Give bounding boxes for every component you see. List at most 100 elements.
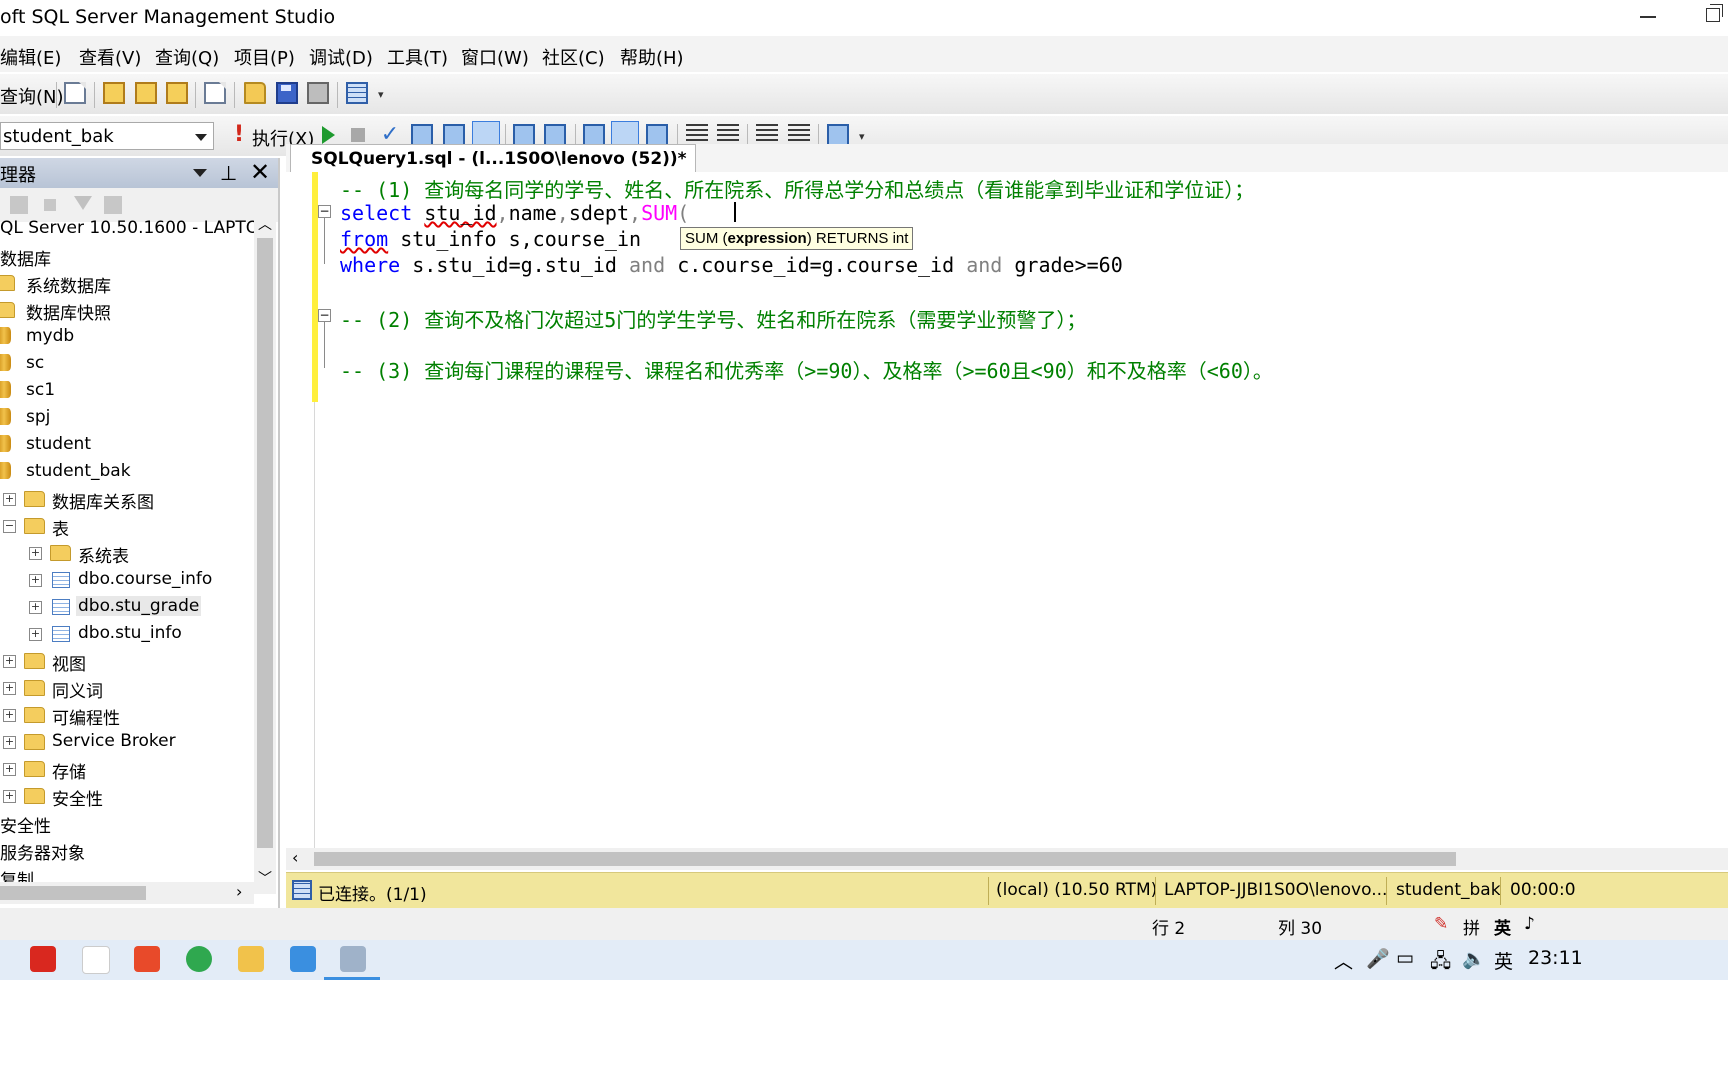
- refresh-icon[interactable]: [104, 196, 122, 214]
- input-language[interactable]: 英: [1494, 947, 1513, 974]
- scroll-right-icon[interactable]: ›: [236, 882, 242, 901]
- intellisense-icon[interactable]: [827, 124, 849, 146]
- menu-tools[interactable]: 工具(T): [387, 44, 448, 70]
- scrollbar-thumb[interactable]: [257, 238, 273, 848]
- include-plan-icon[interactable]: [513, 124, 535, 146]
- folder-icon: [50, 545, 71, 561]
- analysis-query-icon[interactable]: [135, 82, 157, 104]
- cursor-row: 行 2: [1152, 919, 1186, 939]
- database-select[interactable]: student_bak: [0, 122, 214, 150]
- scrollbar-thumb[interactable]: [314, 852, 1456, 866]
- query-editor[interactable]: − − -- (1) 查询每名同学的学号、姓名、所在院系、所得总学分和总绩点（看…: [286, 172, 1728, 848]
- minimize-button[interactable]: [1640, 16, 1656, 18]
- scroll-up-icon[interactable]: ︿: [258, 214, 272, 234]
- expand-icon[interactable]: +: [3, 736, 16, 749]
- tab-sqlquery1[interactable]: SQLQuery1.sql - (l...1S0O\lenovo (52))*: [290, 144, 696, 173]
- app-game-icon[interactable]: [134, 946, 160, 972]
- database-engine-query-icon[interactable]: [103, 82, 125, 104]
- ime-mode[interactable]: 英: [1494, 914, 1511, 939]
- expand-icon[interactable]: +: [3, 655, 16, 668]
- debug-play-icon[interactable]: [322, 126, 335, 144]
- menu-community[interactable]: 社区(C): [542, 44, 605, 70]
- ime-toolbar-icon[interactable]: ✎: [1434, 914, 1448, 934]
- execute-icon[interactable]: !: [228, 124, 250, 146]
- clock[interactable]: 23:11: [1528, 947, 1583, 969]
- collapse-icon[interactable]: −: [318, 309, 331, 322]
- file-explorer-icon[interactable]: [238, 946, 264, 972]
- expand-icon[interactable]: +: [3, 493, 16, 506]
- query-status-bar: 已连接。(1/1) (local) (10.50 RTM) LAPTOP-JJB…: [286, 872, 1728, 909]
- menu-project[interactable]: 项目(P): [234, 44, 295, 70]
- print-icon[interactable]: [307, 82, 329, 104]
- display-plan-icon[interactable]: [411, 124, 433, 146]
- menu-debug[interactable]: 调试(D): [309, 44, 373, 70]
- pin-icon[interactable]: ⊥: [220, 161, 237, 185]
- volume-icon[interactable]: 🔈: [1462, 947, 1486, 970]
- decrease-indent-icon[interactable]: [756, 124, 778, 146]
- status-bar: 行 2 列 30 ✎ 拼 英 ♪: [0, 908, 1728, 940]
- ime-punct-icon[interactable]: ♪: [1524, 914, 1535, 934]
- app-help-icon[interactable]: [82, 946, 110, 974]
- battery-icon[interactable]: ▭: [1396, 947, 1414, 969]
- show-hidden-icons[interactable]: ︿: [1334, 947, 1353, 974]
- browser-icon[interactable]: [186, 946, 212, 972]
- window-position-dropdown-icon[interactable]: [193, 169, 207, 177]
- new-query-button[interactable]: 查询(N): [0, 83, 64, 109]
- filter-icon[interactable]: [74, 196, 92, 210]
- scrollbar-thumb[interactable]: [0, 886, 146, 900]
- expand-icon[interactable]: +: [29, 601, 42, 614]
- network-icon[interactable]: 🖧: [1430, 947, 1451, 979]
- menu-view[interactable]: 查看(V): [79, 44, 141, 70]
- xmla-query-icon[interactable]: [166, 82, 188, 104]
- title-bar: oft SQL Server Management Studio: [0, 0, 1728, 34]
- new-file-icon[interactable]: [64, 82, 86, 104]
- stop-icon[interactable]: [351, 128, 365, 142]
- connect-icon[interactable]: [10, 196, 28, 214]
- uncomment-icon[interactable]: [717, 124, 739, 146]
- expand-icon[interactable]: +: [29, 628, 42, 641]
- microphone-icon[interactable]: 🎤: [1366, 947, 1390, 970]
- window-title: oft SQL Server Management Studio: [0, 6, 336, 28]
- object-explorer-header: 理器 ⊥ ✕: [0, 158, 278, 188]
- scroll-down-icon[interactable]: ﹀: [258, 868, 272, 888]
- editor-horizontal-scrollbar[interactable]: ‹: [286, 848, 1728, 870]
- toolbar-separator: [337, 82, 338, 108]
- app-blue-icon[interactable]: [290, 946, 316, 972]
- expand-icon[interactable]: +: [3, 763, 16, 776]
- activity-monitor-icon[interactable]: [346, 82, 368, 104]
- collapse-icon[interactable]: −: [3, 520, 16, 533]
- new-document-icon[interactable]: [204, 82, 226, 104]
- increase-indent-icon[interactable]: [788, 124, 810, 146]
- toolbar-overflow-icon[interactable]: ▾: [378, 88, 384, 101]
- expand-icon[interactable]: +: [29, 547, 42, 560]
- app-reader-icon[interactable]: [30, 946, 56, 972]
- collapse-icon[interactable]: −: [318, 205, 331, 218]
- expand-icon[interactable]: +: [3, 682, 16, 695]
- folder-icon: [24, 680, 45, 696]
- tree-vertical-scrollbar[interactable]: ︿ ﹀: [254, 214, 276, 894]
- menu-help[interactable]: 帮助(H): [620, 44, 684, 70]
- expand-icon[interactable]: +: [3, 790, 16, 803]
- restore-button[interactable]: [1706, 4, 1723, 22]
- chevron-down-icon: [195, 134, 207, 141]
- save-icon[interactable]: [276, 82, 298, 104]
- ime-pinyin[interactable]: 拼: [1463, 914, 1480, 939]
- menu-window[interactable]: 窗口(W): [461, 44, 529, 70]
- menu-query[interactable]: 查询(Q): [155, 44, 219, 70]
- parse-check-icon[interactable]: ✓: [379, 124, 401, 146]
- specify-values-icon[interactable]: [646, 124, 668, 146]
- expand-icon[interactable]: +: [3, 709, 16, 722]
- comment-out-icon[interactable]: [686, 124, 708, 146]
- toolbar-overflow-icon[interactable]: ▾: [859, 130, 865, 143]
- ssms-taskbar-icon[interactable]: [340, 946, 366, 972]
- tree-horizontal-scrollbar[interactable]: ›: [0, 882, 254, 904]
- stop-icon[interactable]: [44, 199, 56, 211]
- client-statistics-icon[interactable]: [544, 124, 566, 146]
- close-icon[interactable]: ✕: [250, 158, 270, 186]
- query-designer-icon[interactable]: [443, 124, 465, 146]
- results-to-grid-icon[interactable]: [583, 124, 605, 146]
- scroll-left-icon[interactable]: ‹: [292, 848, 298, 867]
- menu-edit[interactable]: 编辑(E): [0, 44, 61, 70]
- open-folder-icon[interactable]: [244, 82, 266, 104]
- expand-icon[interactable]: +: [29, 574, 42, 587]
